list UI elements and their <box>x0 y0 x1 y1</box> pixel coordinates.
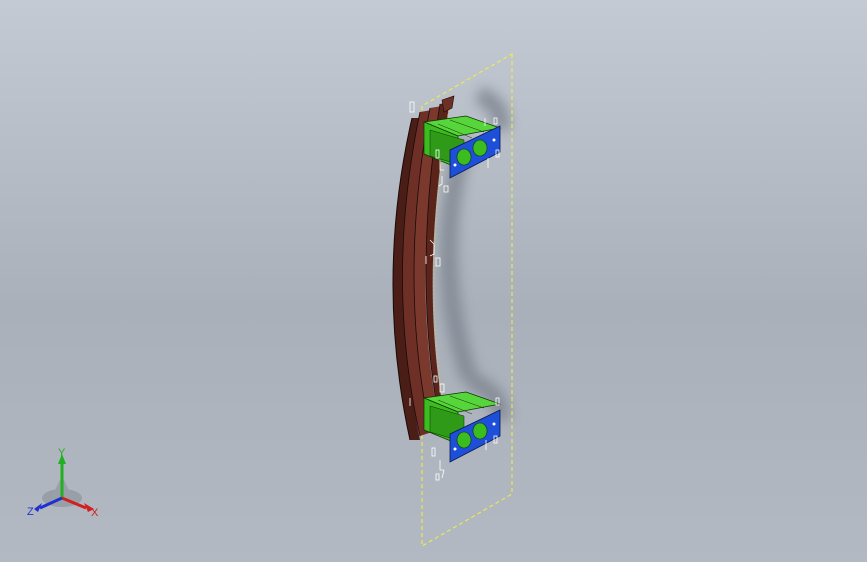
3d-model-view[interactable] <box>0 0 867 562</box>
y-axis-label: Y <box>58 447 66 459</box>
reference-triad[interactable]: Y X Z <box>22 446 112 526</box>
x-axis-label: X <box>91 507 99 519</box>
z-axis-label: Z <box>27 506 34 518</box>
graphics-viewport[interactable]: Y X Z <box>0 0 867 562</box>
